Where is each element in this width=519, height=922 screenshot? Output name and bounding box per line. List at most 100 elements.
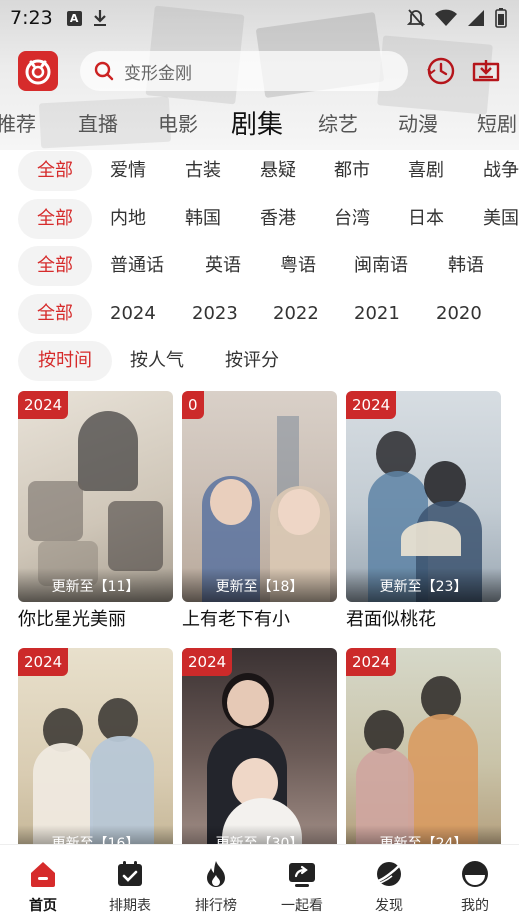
drama-poster: 2024 更新至【23】	[346, 391, 501, 602]
profile-icon	[462, 861, 488, 887]
region-chip[interactable]: 台湾	[334, 199, 370, 239]
genre-chip[interactable]: 爱情	[110, 151, 146, 191]
region-all-chip[interactable]: 全部	[18, 199, 92, 239]
drama-card[interactable]: 2024 更新至【24】	[346, 648, 501, 859]
language-chip[interactable]: 韩语	[448, 246, 484, 286]
language-chip[interactable]: 普通话	[110, 246, 164, 286]
nav-label: 首页	[29, 898, 57, 914]
drama-card[interactable]: 2024 更新至【23】 君面似桃花	[346, 391, 501, 631]
episode-update-label: 更新至【11】	[18, 568, 173, 602]
nav-ranking[interactable]: 排行榜	[181, 857, 251, 915]
nav-label: 发现	[375, 898, 403, 914]
language-chip[interactable]: 英语	[205, 246, 241, 286]
drama-poster: 2024 更新至【11】	[18, 391, 173, 602]
signal-icon	[468, 10, 484, 26]
tab-live[interactable]: 直播	[78, 108, 118, 137]
nav-label: 我的	[461, 898, 489, 914]
drama-poster: 2024 更新至【30】	[182, 648, 337, 859]
filter-year-row: 全部 2024 2023 2022 2021 2020	[0, 294, 519, 334]
calendar-icon	[118, 861, 142, 886]
drama-poster: 2024 更新至【24】	[346, 648, 501, 859]
share-screen-icon	[289, 863, 315, 887]
notification-a-icon: A	[66, 10, 82, 26]
nav-schedule[interactable]: 排期表	[95, 857, 165, 915]
year-badge: 2024	[18, 648, 69, 676]
bottom-navigation: 首页 排期表 排行榜 一起看 发现 我的	[0, 844, 519, 922]
region-chip[interactable]: 美国	[483, 199, 519, 239]
app-logo-icon	[25, 59, 51, 85]
battery-icon	[495, 8, 507, 28]
history-button[interactable]	[424, 54, 458, 88]
genre-chip[interactable]: 战争	[483, 151, 519, 191]
nav-home[interactable]: 首页	[8, 857, 78, 915]
category-tabs: 推荐 直播 电影 剧集 综艺 动漫 短剧	[0, 100, 519, 144]
app-logo[interactable]	[18, 51, 58, 91]
tab-series[interactable]: 剧集	[231, 104, 283, 141]
download-status-icon	[93, 10, 106, 26]
genre-chip[interactable]: 都市	[334, 151, 370, 191]
mute-bell-icon	[407, 9, 425, 27]
drama-card[interactable]: 0 更新至【18】 上有老下有小	[182, 391, 337, 631]
year-chip[interactable]: 2020	[436, 294, 482, 334]
episode-update-label: 更新至【23】	[346, 568, 501, 602]
status-time: 7:23	[10, 7, 53, 29]
tab-anime[interactable]: 动漫	[398, 108, 438, 137]
language-chip[interactable]: 粤语	[280, 246, 316, 286]
language-chip[interactable]: 闽南语	[354, 246, 408, 286]
drama-card[interactable]: 2024 更新至【30】	[182, 648, 337, 859]
episode-update-label: 更新至【18】	[182, 568, 337, 602]
download-button[interactable]	[469, 54, 503, 88]
sort-chip[interactable]: 按人气	[130, 341, 184, 381]
filter-region-row: 全部 内地 韩国 香港 台湾 日本 美国	[0, 199, 519, 239]
year-badge: 2024	[346, 391, 397, 419]
year-badge: 0	[182, 391, 204, 419]
region-chip[interactable]: 香港	[260, 199, 296, 239]
drama-poster: 0 更新至【18】	[182, 391, 337, 602]
drama-card[interactable]: 2024 更新至【11】 你比星光美丽	[18, 391, 173, 631]
tab-recommend[interactable]: 推荐	[0, 108, 36, 137]
search-placeholder: 变形金刚	[124, 63, 192, 84]
nav-label: 排行榜	[195, 898, 237, 914]
genre-all-chip[interactable]: 全部	[18, 151, 92, 191]
drama-title: 你比星光美丽	[18, 609, 126, 630]
nav-discover[interactable]: 发现	[354, 857, 424, 915]
drama-title: 上有老下有小	[182, 609, 290, 630]
filter-language-row: 全部 普通话 英语 粤语 闽南语 韩语	[0, 246, 519, 286]
home-icon	[31, 862, 55, 887]
sort-chip[interactable]: 按评分	[225, 341, 279, 381]
drama-card[interactable]: 2024 更新至【16】	[18, 648, 173, 859]
nav-watch-together[interactable]: 一起看	[267, 857, 337, 915]
fire-icon	[207, 861, 225, 887]
genre-chip[interactable]: 悬疑	[260, 151, 296, 191]
region-chip[interactable]: 内地	[110, 199, 146, 239]
year-badge: 2024	[182, 648, 233, 676]
nav-label: 一起看	[281, 898, 323, 914]
search-input[interactable]: 变形金刚	[80, 51, 408, 91]
region-chip[interactable]: 韩国	[185, 199, 221, 239]
year-chip[interactable]: 2021	[354, 294, 400, 334]
filter-genre-row: 全部 爱情 古装 悬疑 都市 喜剧 战争	[0, 151, 519, 191]
year-badge: 2024	[346, 648, 397, 676]
year-badge: 2024	[18, 391, 69, 419]
tab-short-drama[interactable]: 短剧	[477, 108, 517, 137]
language-all-chip[interactable]: 全部	[18, 246, 92, 286]
year-chip[interactable]: 2024	[110, 294, 156, 334]
genre-chip[interactable]: 喜剧	[408, 151, 444, 191]
year-chip[interactable]: 2023	[192, 294, 238, 334]
drama-title: 君面似桃花	[346, 609, 436, 630]
year-chip[interactable]: 2022	[273, 294, 319, 334]
search-icon	[94, 61, 114, 81]
nav-profile[interactable]: 我的	[440, 857, 510, 915]
download-tray-icon	[472, 60, 500, 82]
filter-sort-row: 按时间 按人气 按评分	[0, 341, 519, 381]
genre-chip[interactable]: 古装	[185, 151, 221, 191]
status-bar: 7:23 A	[0, 0, 519, 36]
tab-variety[interactable]: 综艺	[318, 108, 358, 137]
year-all-chip[interactable]: 全部	[18, 294, 92, 334]
tab-movie[interactable]: 电影	[158, 108, 198, 137]
history-icon	[427, 57, 455, 85]
sort-by-time-chip[interactable]: 按时间	[18, 341, 112, 381]
region-chip[interactable]: 日本	[408, 199, 444, 239]
planet-icon	[375, 862, 401, 886]
wifi-icon	[435, 9, 457, 26]
